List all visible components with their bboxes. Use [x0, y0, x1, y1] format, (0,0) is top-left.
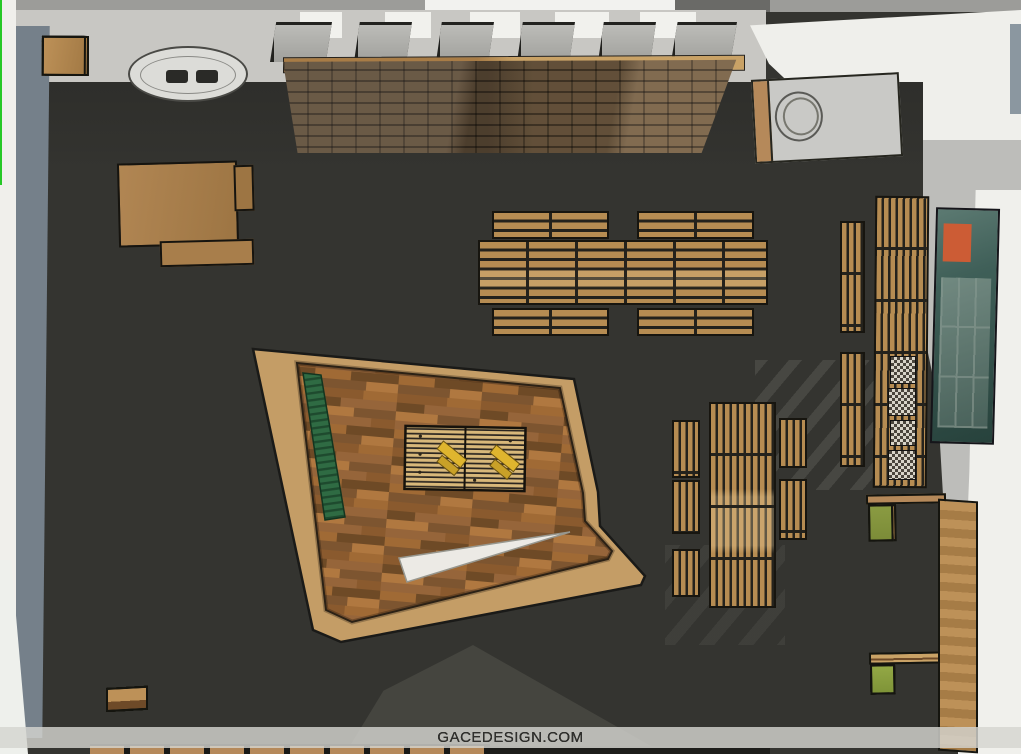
cabinet-top-strip	[866, 493, 946, 504]
slat-bench	[840, 352, 865, 467]
watermark-band: GACEDESIGN.COM GACEDESIGN.COM GACEDESIGN…	[0, 727, 1021, 748]
slat-bench	[779, 418, 807, 468]
product-display-table	[404, 426, 525, 491]
shelf-cell	[868, 504, 893, 541]
ac-unit	[751, 72, 903, 164]
woven-basket	[888, 450, 916, 480]
chair	[166, 70, 188, 83]
cabinet-wood-side	[938, 499, 978, 754]
oval-table	[128, 46, 248, 102]
shelf-cell	[42, 36, 86, 76]
poster-orange-square	[943, 223, 972, 262]
watermark-text: GACEDESIGN.COM	[437, 729, 583, 746]
reception-desk	[117, 160, 239, 247]
slat-bench	[672, 480, 700, 534]
chair	[196, 70, 218, 83]
slat-table-large	[709, 402, 776, 608]
right-wall-sliver	[1010, 24, 1021, 114]
reception-desk-notch	[233, 165, 254, 212]
woven-basket	[890, 356, 916, 384]
cabinet-mid-strip	[869, 651, 947, 664]
slat-bench	[672, 549, 700, 597]
slat-table-large	[478, 240, 768, 305]
slat-bench	[637, 211, 754, 239]
oval-table-edge	[140, 56, 236, 94]
shelf-cell	[106, 686, 148, 712]
room-render: GACEDESIGN.COM GACEDESIGN.COM GACEDESIGN…	[0, 0, 1021, 754]
slat-bench	[492, 211, 609, 239]
wood-lattice-panel	[283, 58, 738, 154]
slat-bench	[672, 420, 700, 478]
slat-bench	[840, 221, 865, 333]
woven-basket	[890, 420, 916, 446]
angular-wood-platform	[235, 325, 665, 655]
ac-unit-wood-side	[753, 81, 773, 162]
wall-poster	[930, 207, 1000, 445]
shelf-cell	[870, 664, 895, 694]
woven-basket	[888, 388, 916, 416]
reception-desk-return	[160, 239, 255, 267]
green-axis-line	[0, 0, 2, 185]
poster-image-grid	[937, 277, 991, 428]
slat-bench	[779, 479, 807, 540]
